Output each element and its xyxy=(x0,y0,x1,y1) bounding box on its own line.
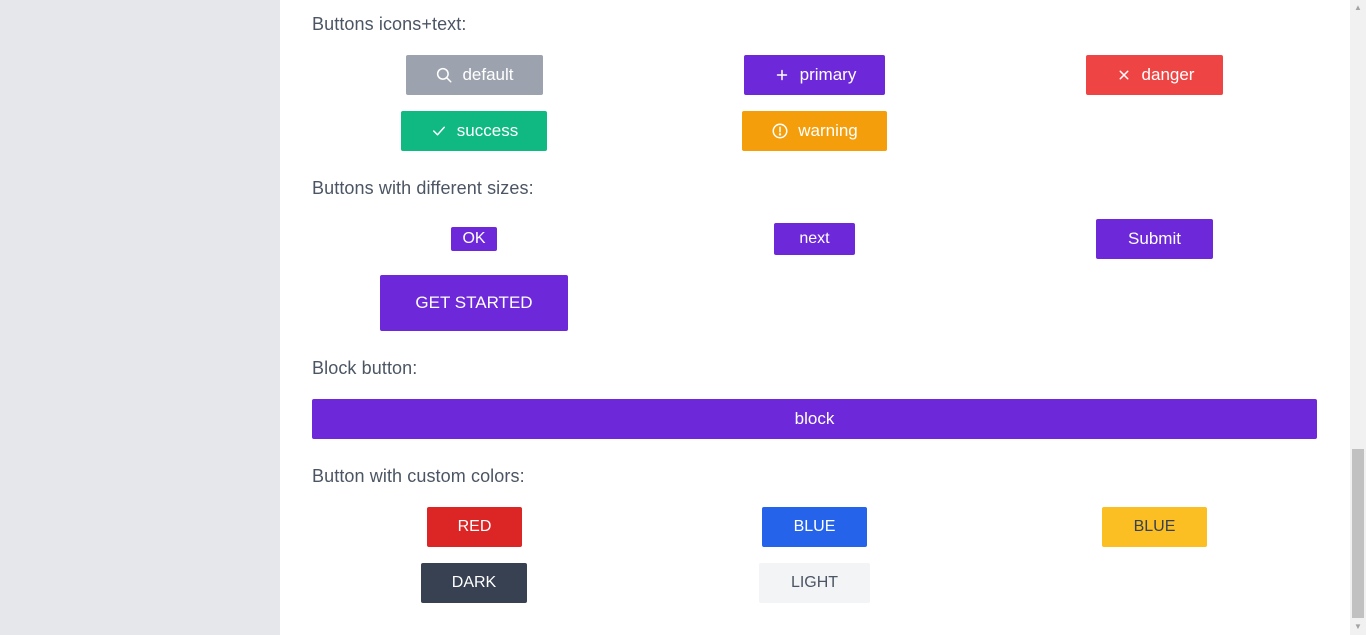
warning-button-label: warning xyxy=(798,121,858,140)
close-icon xyxy=(1115,66,1133,84)
success-button-label: success xyxy=(456,121,519,140)
default-button[interactable]: default xyxy=(406,55,543,95)
section-heading-custom-colors: Button with custom colors: xyxy=(312,466,525,486)
scroll-up-arrow-icon[interactable]: ▲ xyxy=(1350,0,1366,16)
sidebar xyxy=(0,0,280,635)
scroll-down-arrow-icon[interactable]: ▼ xyxy=(1350,619,1366,635)
default-button-label: default xyxy=(462,65,514,84)
search-icon xyxy=(435,66,453,84)
scrollbar-thumb[interactable] xyxy=(1352,449,1364,618)
block-button[interactable]: block xyxy=(312,399,1317,439)
vertical-scrollbar[interactable]: ▲ ▼ xyxy=(1350,0,1366,635)
ok-button[interactable]: OK xyxy=(451,227,497,251)
get-started-button[interactable]: GET STARTED xyxy=(380,275,568,331)
submit-button[interactable]: Submit xyxy=(1096,219,1213,259)
check-icon xyxy=(430,122,448,140)
warning-button[interactable]: warning xyxy=(742,111,887,151)
section-heading-sizes: Buttons with different sizes: xyxy=(312,178,534,198)
section-heading-block: Block button: xyxy=(312,358,418,378)
success-button[interactable]: success xyxy=(401,111,547,151)
blue-button[interactable]: BLUE xyxy=(762,507,867,547)
danger-button[interactable]: danger xyxy=(1086,55,1223,95)
alert-circle-icon xyxy=(771,122,789,140)
yellow-button[interactable]: BLUE xyxy=(1102,507,1207,547)
section-heading-icons-text: Buttons icons+text: xyxy=(312,14,467,34)
dark-button[interactable]: DARK xyxy=(421,563,527,603)
plus-icon xyxy=(773,66,791,84)
next-button[interactable]: next xyxy=(774,223,855,255)
primary-button[interactable]: primary xyxy=(744,55,885,95)
primary-button-label: primary xyxy=(799,65,857,84)
danger-button-label: danger xyxy=(1141,65,1195,84)
red-button[interactable]: RED xyxy=(427,507,522,547)
light-button[interactable]: LIGHT xyxy=(759,563,870,603)
